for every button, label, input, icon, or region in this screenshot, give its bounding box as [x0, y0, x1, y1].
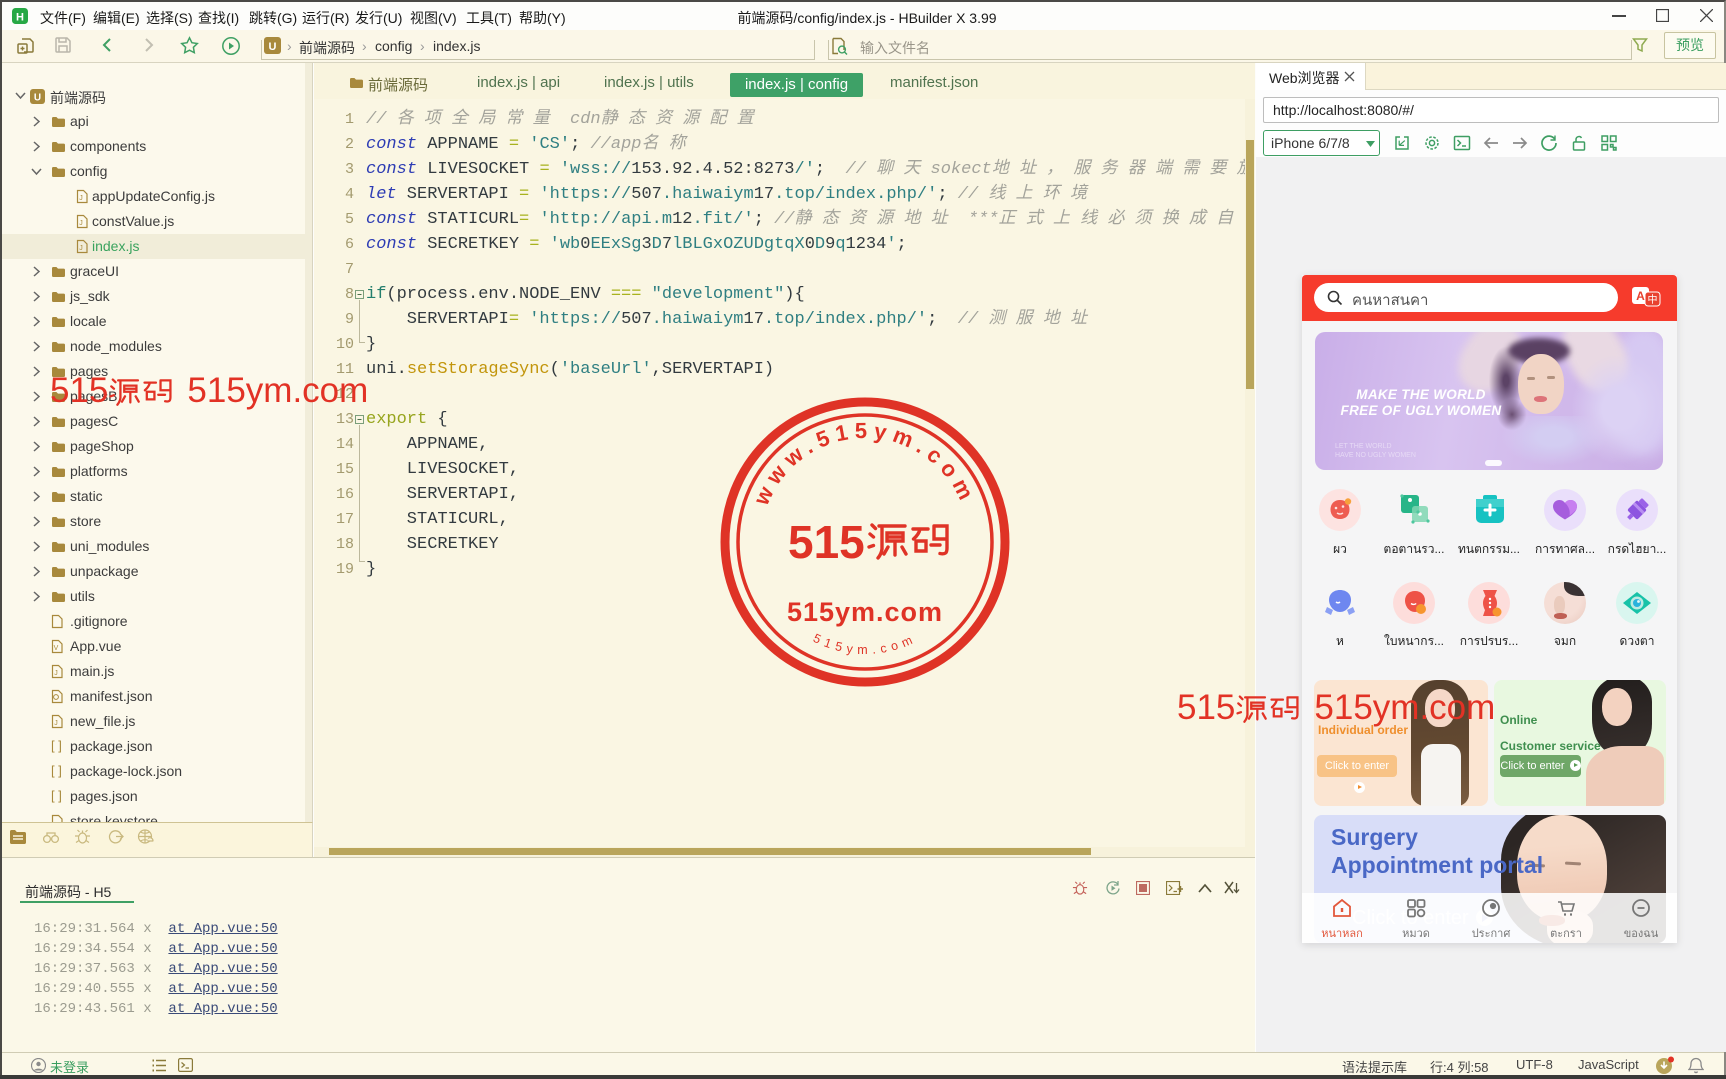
svg-text:U: U	[34, 93, 41, 104]
svg-text:V: V	[54, 645, 59, 652]
svg-text:J: J	[79, 220, 83, 227]
svg-text:H: H	[16, 12, 24, 24]
svg-text:J: J	[54, 720, 58, 727]
svg-text:515ym.com: 515ym.com	[787, 597, 943, 627]
svg-text:J: J	[79, 245, 83, 252]
svg-text:J: J	[79, 195, 83, 202]
svg-text:J: J	[54, 670, 58, 677]
svg-text:U: U	[269, 41, 277, 53]
svg-text:515ym.com: 515ym.com	[811, 631, 919, 657]
svg-text:515: 515	[788, 516, 865, 568]
